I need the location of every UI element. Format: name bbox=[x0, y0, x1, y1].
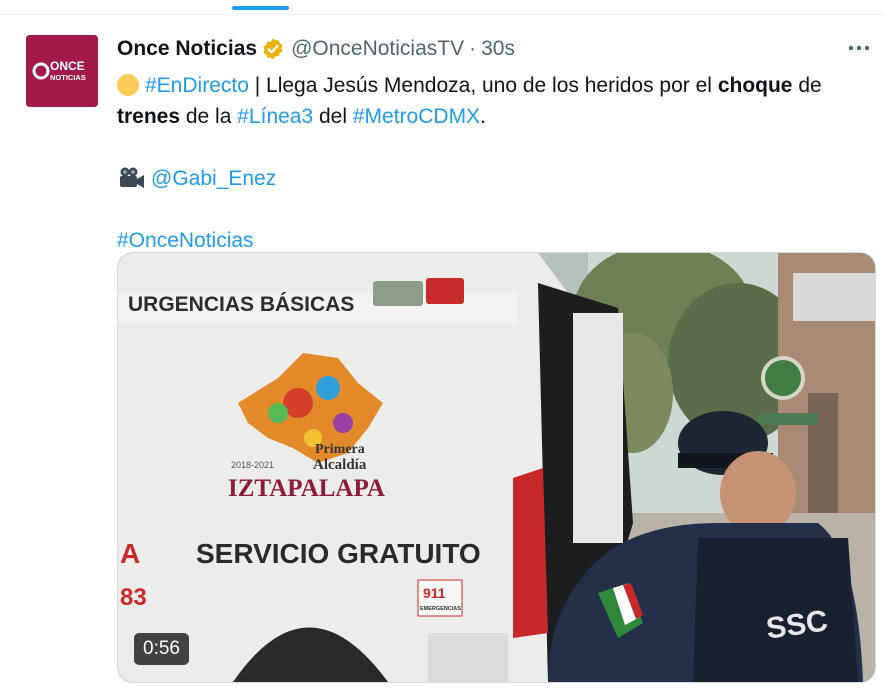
video-player[interactable]: URGENCIAS BÁSICAS Primera 2018-2021 Alca… bbox=[117, 252, 876, 683]
tweet-text-part4: del bbox=[313, 105, 353, 128]
sign-iztapalapa: IZTAPALAPA bbox=[228, 475, 385, 502]
tweet-header: Once Noticias @OnceNoticiasTV · 30s bbox=[117, 35, 515, 63]
tweet-line-2: trenes de la #Línea3 del #MetroCDMX. bbox=[117, 101, 877, 132]
sign-servicio: SERVICIO GRATUITO bbox=[196, 538, 481, 569]
sign-emergencias: EMERGENCIAS bbox=[420, 606, 461, 612]
tweet-bold-trenes: trenes bbox=[117, 105, 181, 128]
sign-a: A bbox=[120, 538, 140, 569]
tweet-spacer bbox=[117, 132, 877, 163]
avatar[interactable]: ONCE NOTICIAS bbox=[26, 35, 98, 107]
avatar-text-bottom: NOTICIAS bbox=[50, 73, 86, 82]
author-name[interactable]: Once Noticias bbox=[117, 37, 257, 61]
tweet-timestamp[interactable]: 30s bbox=[481, 37, 515, 61]
tweet-card[interactable]: ONCE NOTICIAS Once Noticias @OnceNoticia… bbox=[0, 15, 886, 696]
video-duration-badge: 0:56 bbox=[134, 633, 189, 665]
hashtag-metrocdmx[interactable]: #MetroCDMX bbox=[353, 105, 480, 128]
sign-primera: Primera bbox=[315, 442, 365, 457]
hashtag-linea3[interactable]: #Línea3 bbox=[237, 105, 313, 128]
top-tab-bar bbox=[0, 0, 886, 15]
tweet-text-part1: | Llega Jesús Mendoza, uno de los herido… bbox=[248, 74, 718, 97]
more-options-icon[interactable] bbox=[846, 37, 872, 59]
tweet-text: #EnDirecto | Llega Jesús Mendoza, uno de… bbox=[117, 70, 877, 256]
tweet-bold-choque: choque bbox=[717, 74, 793, 97]
tweet-line-1: #EnDirecto | Llega Jesús Mendoza, uno de… bbox=[117, 70, 877, 101]
header-separator: · bbox=[469, 37, 477, 60]
author-handle[interactable]: @OnceNoticiasTV bbox=[291, 37, 464, 61]
sign-alcaldia: Alcaldía bbox=[313, 457, 367, 473]
tweet-text-part2: de bbox=[792, 74, 822, 97]
hashtag-oncenoticias[interactable]: #OnceNoticias bbox=[117, 229, 254, 252]
circle-emoji-icon bbox=[117, 74, 139, 96]
tweet-line-mention: @Gabi_Enez bbox=[117, 163, 877, 194]
video-camera-icon bbox=[117, 166, 145, 190]
tweet-spacer-2 bbox=[117, 194, 877, 225]
sign-911: 911 bbox=[423, 585, 446, 601]
sign-years: 2018-2021 bbox=[231, 460, 274, 470]
hashtag-endirecto[interactable]: #EnDirecto bbox=[145, 74, 249, 97]
sign-83: 83 bbox=[120, 584, 147, 611]
video-thumbnail: URGENCIAS BÁSICAS Primera 2018-2021 Alca… bbox=[118, 253, 875, 682]
mention-gabi-enez[interactable]: @Gabi_Enez bbox=[151, 167, 276, 190]
verified-badge-icon bbox=[261, 37, 285, 61]
tweet-text-part3: de la bbox=[180, 105, 238, 128]
avatar-text-top: ONCE bbox=[50, 59, 85, 73]
tweet-text-part5: . bbox=[480, 105, 486, 128]
active-tab-indicator bbox=[232, 6, 289, 10]
sign-urgencias: URGENCIAS BÁSICAS bbox=[128, 293, 354, 316]
